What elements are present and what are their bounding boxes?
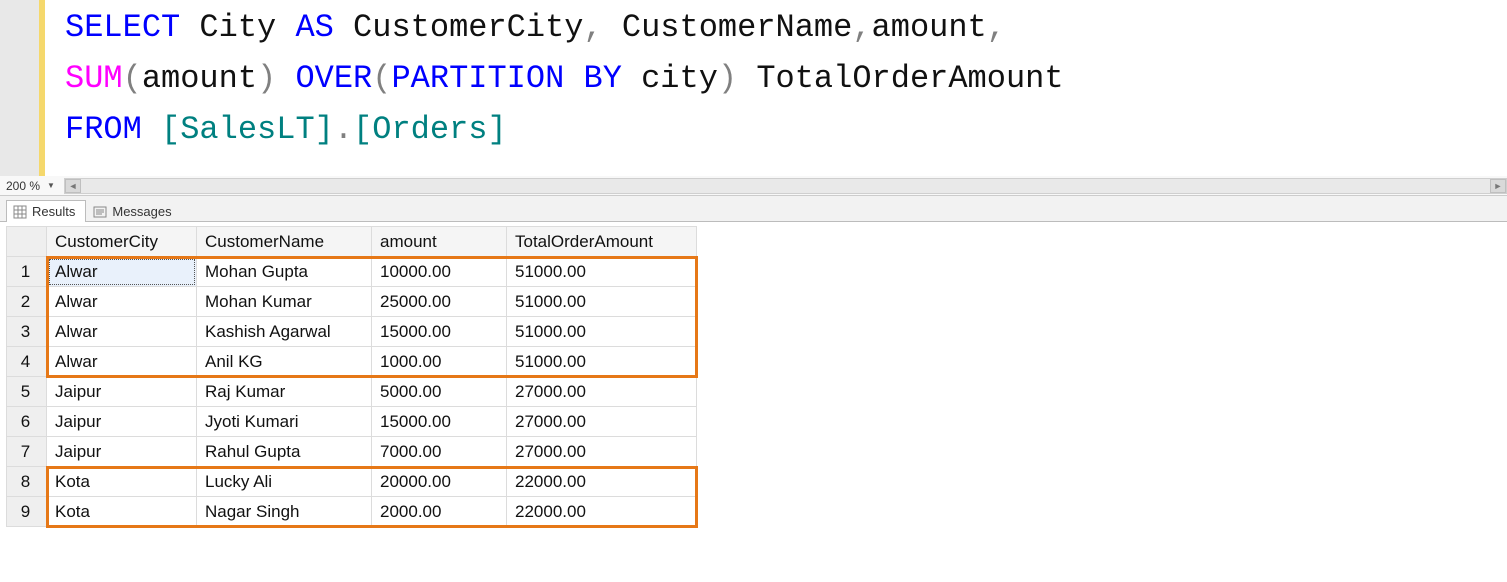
cell[interactable]: Alwar bbox=[47, 287, 197, 317]
cell[interactable]: 15000.00 bbox=[372, 317, 507, 347]
row-number[interactable]: 8 bbox=[7, 467, 47, 497]
row-number[interactable]: 1 bbox=[7, 257, 47, 287]
row-number[interactable]: 6 bbox=[7, 407, 47, 437]
cell[interactable]: 27000.00 bbox=[507, 407, 697, 437]
cell[interactable]: 27000.00 bbox=[507, 377, 697, 407]
table-row[interactable]: 2AlwarMohan Kumar25000.0051000.00 bbox=[7, 287, 697, 317]
tab-results[interactable]: Results bbox=[6, 200, 86, 222]
cell[interactable]: Jaipur bbox=[47, 437, 197, 467]
cell[interactable]: Mohan Kumar bbox=[197, 287, 372, 317]
results-grid-icon bbox=[13, 205, 27, 219]
scroll-right-icon[interactable]: ► bbox=[1490, 179, 1506, 193]
cell[interactable]: Alwar bbox=[47, 347, 197, 377]
cell[interactable]: Mohan Gupta bbox=[197, 257, 372, 287]
table-row[interactable]: 6JaipurJyoti Kumari15000.0027000.00 bbox=[7, 407, 697, 437]
cell[interactable]: Kashish Agarwal bbox=[197, 317, 372, 347]
cell[interactable]: Jyoti Kumari bbox=[197, 407, 372, 437]
row-number[interactable]: 5 bbox=[7, 377, 47, 407]
zoom-bar: 200 % ▼ ◄ ► bbox=[0, 176, 1507, 196]
row-number[interactable]: 7 bbox=[7, 437, 47, 467]
cell[interactable]: Alwar bbox=[47, 317, 197, 347]
cell[interactable]: 20000.00 bbox=[372, 467, 507, 497]
cell[interactable]: 51000.00 bbox=[507, 257, 697, 287]
cell[interactable]: Nagar Singh bbox=[197, 497, 372, 527]
table-row[interactable]: 8KotaLucky Ali20000.0022000.00 bbox=[7, 467, 697, 497]
cell[interactable]: 15000.00 bbox=[372, 407, 507, 437]
cell[interactable]: 22000.00 bbox=[507, 497, 697, 527]
col-header-amount[interactable]: amount bbox=[372, 227, 507, 257]
cell[interactable]: 27000.00 bbox=[507, 437, 697, 467]
editor-gutter bbox=[0, 0, 45, 176]
cell[interactable]: Raj Kumar bbox=[197, 377, 372, 407]
tab-messages-label: Messages bbox=[112, 204, 171, 219]
results-grid[interactable]: CustomerCity CustomerName amount TotalOr… bbox=[6, 226, 697, 527]
row-number[interactable]: 3 bbox=[7, 317, 47, 347]
cell[interactable]: Anil KG bbox=[197, 347, 372, 377]
cell[interactable]: 10000.00 bbox=[372, 257, 507, 287]
cell[interactable]: 51000.00 bbox=[507, 287, 697, 317]
col-header-city[interactable]: CustomerCity bbox=[47, 227, 197, 257]
zoom-value[interactable]: 200 % bbox=[2, 178, 44, 194]
row-number[interactable]: 2 bbox=[7, 287, 47, 317]
cell[interactable]: Kota bbox=[47, 467, 197, 497]
row-number[interactable]: 9 bbox=[7, 497, 47, 527]
cell[interactable]: 22000.00 bbox=[507, 467, 697, 497]
table-row[interactable]: 7JaipurRahul Gupta7000.0027000.00 bbox=[7, 437, 697, 467]
sql-editor[interactable]: SELECT City AS CustomerCity, CustomerNam… bbox=[0, 0, 1507, 176]
cell[interactable]: Kota bbox=[47, 497, 197, 527]
cell[interactable]: Lucky Ali bbox=[197, 467, 372, 497]
col-header-name[interactable]: CustomerName bbox=[197, 227, 372, 257]
tab-results-label: Results bbox=[32, 204, 75, 219]
cell[interactable]: Jaipur bbox=[47, 377, 197, 407]
results-panel: CustomerCity CustomerName amount TotalOr… bbox=[0, 222, 1507, 527]
cell[interactable]: Rahul Gupta bbox=[197, 437, 372, 467]
scroll-left-icon[interactable]: ◄ bbox=[65, 179, 81, 193]
table-row[interactable]: 4AlwarAnil KG1000.0051000.00 bbox=[7, 347, 697, 377]
sql-code-area[interactable]: SELECT City AS CustomerCity, CustomerNam… bbox=[45, 0, 1507, 176]
cell[interactable]: 5000.00 bbox=[372, 377, 507, 407]
zoom-dropdown-icon[interactable]: ▼ bbox=[44, 181, 58, 190]
cell[interactable]: 51000.00 bbox=[507, 347, 697, 377]
cell[interactable]: 51000.00 bbox=[507, 317, 697, 347]
table-row[interactable]: 5JaipurRaj Kumar5000.0027000.00 bbox=[7, 377, 697, 407]
tab-messages[interactable]: Messages bbox=[86, 200, 182, 222]
table-row[interactable]: 3AlwarKashish Agarwal15000.0051000.00 bbox=[7, 317, 697, 347]
table-row[interactable]: 9KotaNagar Singh2000.0022000.00 bbox=[7, 497, 697, 527]
col-header-total[interactable]: TotalOrderAmount bbox=[507, 227, 697, 257]
cell[interactable]: 2000.00 bbox=[372, 497, 507, 527]
table-row[interactable]: 1AlwarMohan Gupta10000.0051000.00 bbox=[7, 257, 697, 287]
cell[interactable]: 1000.00 bbox=[372, 347, 507, 377]
header-row: CustomerCity CustomerName amount TotalOr… bbox=[7, 227, 697, 257]
row-header-blank[interactable] bbox=[7, 227, 47, 257]
results-tabs: Results Messages bbox=[0, 196, 1507, 222]
cell[interactable]: 7000.00 bbox=[372, 437, 507, 467]
cell[interactable]: Jaipur bbox=[47, 407, 197, 437]
cell[interactable]: Alwar bbox=[47, 257, 197, 287]
row-number[interactable]: 4 bbox=[7, 347, 47, 377]
cell[interactable]: 25000.00 bbox=[372, 287, 507, 317]
messages-icon bbox=[93, 205, 107, 219]
horizontal-scrollbar[interactable]: ◄ ► bbox=[64, 178, 1507, 194]
